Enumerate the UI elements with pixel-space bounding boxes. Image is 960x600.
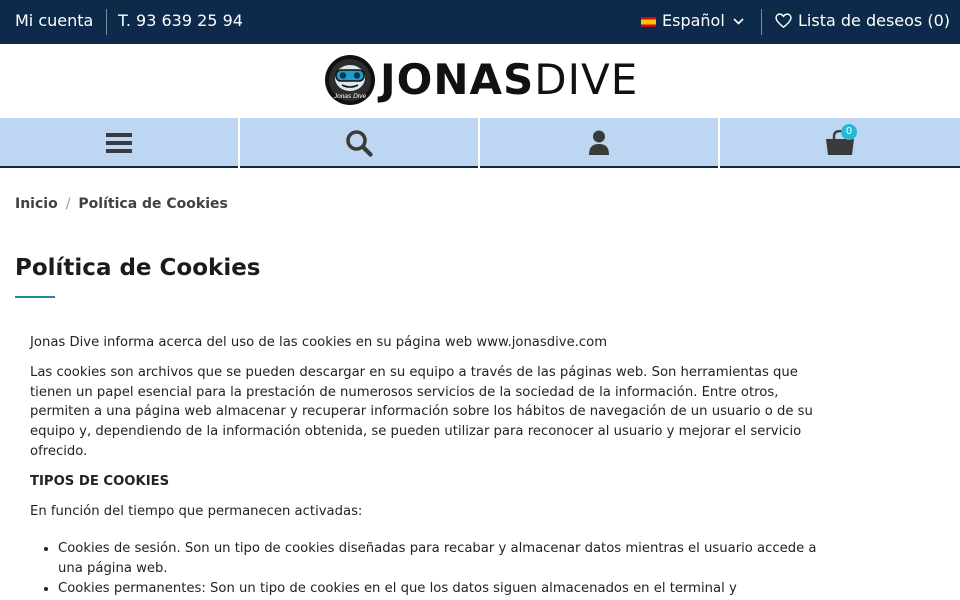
logo-header: Jonas Dive JONASDIVE: [0, 44, 960, 118]
brand-wordmark-bold: JONAS: [380, 55, 535, 104]
search-button[interactable]: [240, 118, 478, 168]
cart-count-badge: 0: [841, 124, 857, 140]
cookie-types-heading: TIPOS DE COOKIES: [30, 473, 170, 489]
breadcrumb-separator: /: [65, 196, 71, 212]
svg-text:Jonas Dive: Jonas Dive: [333, 93, 367, 100]
account-button[interactable]: [480, 118, 718, 168]
breadcrumb: Inicio / Política de Cookies: [15, 196, 228, 212]
top-bar: Mi cuenta T. 93 639 25 94 Español Lista …: [0, 0, 960, 44]
cart-button[interactable]: 0: [720, 118, 960, 168]
main-nav-bar: 0: [0, 118, 960, 168]
breadcrumb-home-link[interactable]: Inicio: [15, 196, 58, 212]
wishlist-link[interactable]: Lista de deseos (0): [775, 0, 950, 44]
top-bar-divider: [106, 9, 107, 35]
brand-wordmark-light: DIVE: [534, 55, 639, 104]
title-underline: [15, 296, 55, 298]
page-title: Política de Cookies: [15, 255, 261, 281]
spain-flag-icon: [641, 17, 656, 27]
wishlist-label: Lista de deseos (0): [798, 11, 950, 30]
cookie-policy-content: Jonas Dive informa acerca del uso de las…: [30, 333, 830, 599]
breadcrumb-current: Política de Cookies: [78, 196, 228, 212]
top-bar-divider: [761, 9, 762, 35]
language-label: Español: [662, 11, 725, 30]
cookie-types-list: Cookies de sesión. Son un tipo de cookie…: [30, 539, 830, 598]
my-account-link[interactable]: Mi cuenta: [15, 0, 93, 44]
menu-button[interactable]: [0, 118, 238, 168]
phone-link[interactable]: T. 93 639 25 94: [118, 0, 243, 44]
chevron-down-icon: [733, 18, 744, 25]
brand-wordmark: JONASDIVE: [380, 54, 638, 106]
search-icon: [346, 130, 373, 157]
menu-icon: [106, 133, 132, 153]
cookies-description-paragraph: Las cookies son archivos que se pueden d…: [30, 364, 813, 459]
list-item: Cookies de sesión. Son un tipo de cookie…: [58, 539, 830, 579]
jonasdive-emblem-icon: Jonas Dive: [325, 55, 375, 105]
intro-paragraph: Jonas Dive informa acerca del uso de las…: [30, 335, 608, 350]
language-selector[interactable]: Español: [641, 0, 744, 44]
list-item: Cookies permanentes: Son un tipo de cook…: [58, 579, 830, 599]
user-icon: [589, 130, 609, 155]
cookie-duration-subheading: En función del tiempo que permanecen act…: [30, 503, 363, 519]
heart-icon: [775, 13, 792, 29]
